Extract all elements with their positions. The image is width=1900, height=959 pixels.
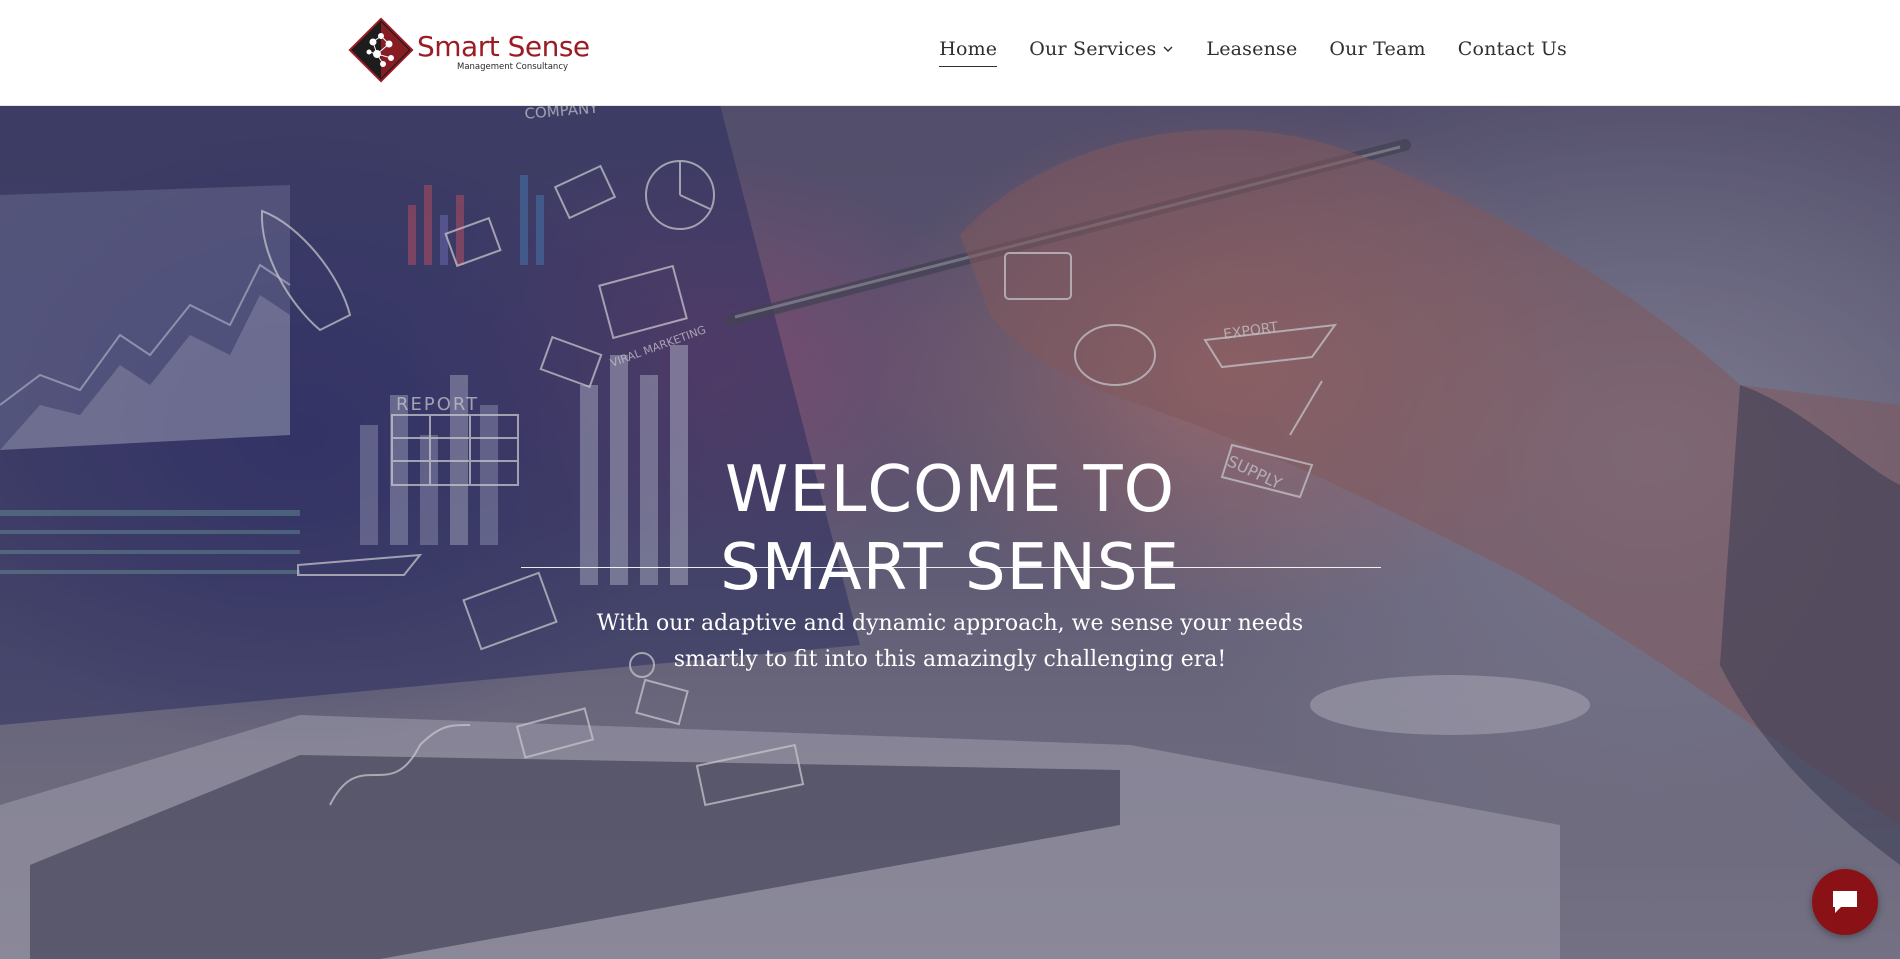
hero-subtitle: With our adaptive and dynamic approach, … (596, 611, 1304, 672)
nav-our-services-label: Our Services (1029, 38, 1157, 60)
nav-our-team[interactable]: Our Team (1329, 38, 1425, 60)
nav-home[interactable]: Home (939, 38, 998, 67)
nav-leasense-label: Leasense (1206, 38, 1298, 60)
chat-button[interactable] (1812, 869, 1878, 935)
hero-title: WELCOME TO SMART SENSE (0, 451, 1900, 607)
hero-divider (521, 567, 1381, 568)
chat-bubble-icon (1833, 891, 1857, 913)
site-header: Smart Sense Management Consultancy Home … (0, 0, 1900, 106)
logo[interactable]: Smart Sense Management Consultancy (345, 14, 590, 88)
nav-our-team-label: Our Team (1329, 38, 1426, 60)
nav-leasense[interactable]: Leasense (1206, 38, 1297, 60)
hero-content: WELCOME TO SMART SENSE With our adaptive… (0, 105, 1900, 959)
logo-title: Smart Sense (417, 30, 590, 63)
hero-title-line-1: WELCOME TO (725, 452, 1175, 527)
logo-subtitle: Management Consultancy (457, 62, 569, 72)
hero-section: REPORT VIRAL MARKETING EXPORT SUPPLY COM… (0, 105, 1900, 959)
nav-contact-us-label: Contact Us (1457, 38, 1567, 60)
nav-our-services[interactable]: Our Services (1029, 38, 1174, 60)
nav-home-label: Home (939, 38, 998, 60)
main-nav: Home Our Services Leasense Our Team Cont… (939, 38, 1567, 67)
nav-contact-us[interactable]: Contact Us (1458, 38, 1567, 60)
chevron-down-icon (1163, 46, 1173, 52)
logo-diamond-icon (348, 17, 414, 83)
